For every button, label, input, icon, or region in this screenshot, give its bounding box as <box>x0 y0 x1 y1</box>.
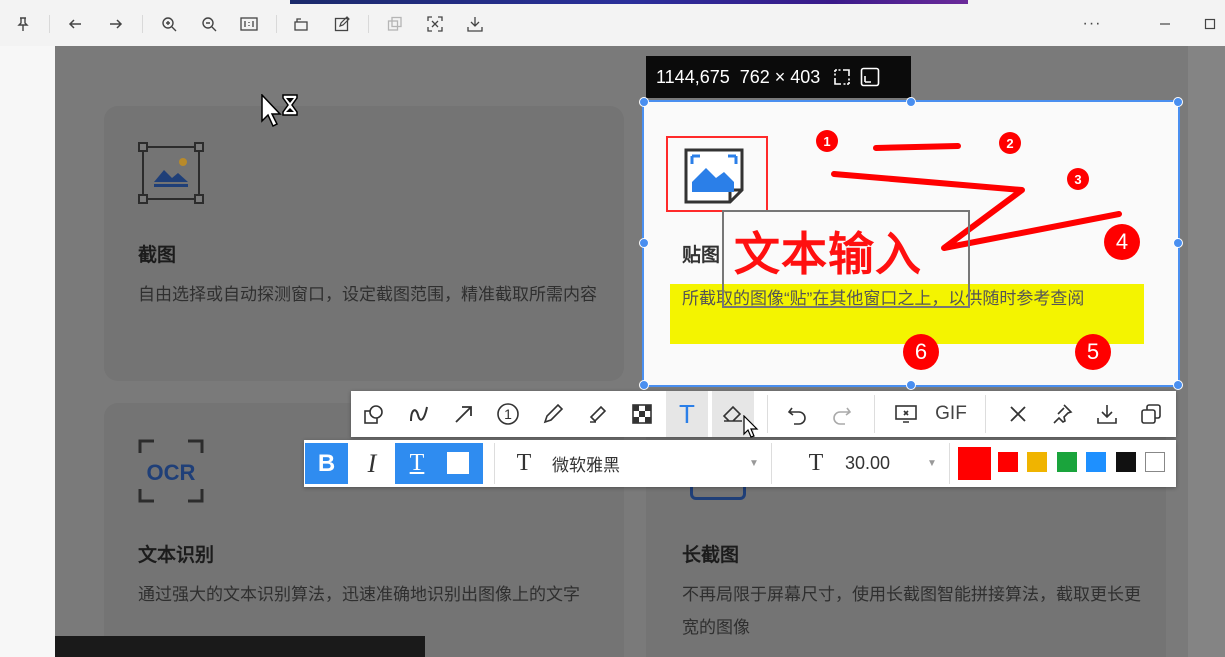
edit-icon[interactable] <box>329 11 355 37</box>
screenshot-icon <box>138 142 204 204</box>
number-marker-1[interactable]: 1 <box>816 130 838 152</box>
pencil-icon[interactable] <box>535 397 571 431</box>
color-swatch[interactable] <box>1086 452 1106 472</box>
undo-icon[interactable] <box>779 397 815 431</box>
resize-handle[interactable] <box>906 97 916 107</box>
chevron-down-icon[interactable]: ▼ <box>744 443 764 484</box>
pin-icon[interactable] <box>10 11 36 37</box>
resize-handle[interactable] <box>639 238 649 248</box>
download-icon[interactable] <box>462 11 488 37</box>
resize-handle[interactable] <box>639 380 649 390</box>
ocr-icon-text: OCR <box>147 460 196 485</box>
card-desc: 通过强大的文本识别算法，迅速准确地识别出图像上的文字 <box>138 585 580 604</box>
font-family-icon: T <box>516 450 532 476</box>
top-accent-strip <box>290 0 968 4</box>
background-fill-icon[interactable] <box>447 452 469 474</box>
card-desc: 自由选择或自动探测窗口，设定截图范围，精准截取所需内容 <box>138 285 597 304</box>
annotation-toolbar: 1 T GIF <box>351 391 1176 438</box>
resize-handle[interactable] <box>1173 380 1183 390</box>
color-swatch[interactable] <box>1057 452 1077 472</box>
fullscreen-icon[interactable] <box>860 67 880 87</box>
rotate-icon[interactable] <box>288 11 314 37</box>
forward-arrow-icon[interactable] <box>103 11 129 37</box>
highlighter-icon[interactable] <box>580 397 616 431</box>
color-swatch[interactable] <box>998 452 1018 472</box>
italic-toggle[interactable]: I <box>352 443 392 484</box>
number-marker-icon[interactable]: 1 <box>490 397 526 431</box>
maximize-icon[interactable] <box>1197 11 1223 37</box>
chevron-down-icon[interactable]: ▼ <box>922 443 942 484</box>
ocr-scan-icon[interactable] <box>422 11 448 37</box>
color-swatch[interactable] <box>1116 452 1136 472</box>
card-desc: 不再局限于屏幕尺寸，使用长截图智能拼接算法，截取更长更宽的图像 <box>682 585 1141 637</box>
resize-handle[interactable] <box>639 97 649 107</box>
text-annotation[interactable]: 文本输入 <box>734 218 922 284</box>
text-fill-toggle: T <box>395 443 483 484</box>
resize-handle[interactable] <box>906 380 916 390</box>
number-marker-3[interactable]: 3 <box>1067 168 1089 190</box>
pin-to-screen-icon[interactable] <box>1044 397 1080 431</box>
number-marker-icon-text: 1 <box>504 406 512 422</box>
copy-icon[interactable] <box>1133 397 1169 431</box>
size-readout-text: 1144,675 762 × 403 <box>656 66 821 87</box>
taskbar-fragment <box>55 636 425 657</box>
minimize-icon[interactable] <box>1152 11 1178 37</box>
font-size-input[interactable]: 30.00 <box>845 443 890 484</box>
save-icon[interactable] <box>1089 397 1125 431</box>
mouse-cursor-icon <box>743 415 759 438</box>
number-marker-4[interactable]: 4 <box>1104 224 1140 260</box>
number-marker-5[interactable]: 5 <box>1075 334 1111 370</box>
text-properties-toolbar: B I T T 微软雅黑 ▼ T 30.00 ▼ <box>304 440 1176 487</box>
card-title: 长截图 <box>682 545 740 566</box>
color-swatch[interactable] <box>1145 452 1165 472</box>
actual-size-icon[interactable] <box>236 11 262 37</box>
outline-text-icon[interactable]: T <box>395 450 439 477</box>
redo-icon[interactable] <box>824 397 860 431</box>
resize-handle[interactable] <box>1173 238 1183 248</box>
feature-card-screenshot: 截图 自由选择或自动探测窗口，设定截图范围，精准截取所需内容 <box>104 106 624 381</box>
mosaic-icon[interactable] <box>624 397 660 431</box>
copy-icon <box>382 11 408 37</box>
selection-size-readout: 1144,675 762 × 403 <box>646 56 911 98</box>
bold-toggle[interactable]: B <box>305 443 348 484</box>
zoom-in-icon[interactable] <box>156 11 182 37</box>
number-marker-6[interactable]: 6 <box>903 334 939 370</box>
arrow-icon[interactable] <box>446 397 482 431</box>
right-edge-card <box>1188 46 1225 657</box>
curve-icon[interactable] <box>401 397 437 431</box>
card-title: 截图 <box>138 245 177 266</box>
ocr-icon: OCR <box>138 439 204 503</box>
color-swatch[interactable] <box>1027 452 1047 472</box>
zoom-out-icon[interactable] <box>196 11 222 37</box>
shape-icon[interactable] <box>356 397 392 431</box>
more-icon[interactable]: ··· <box>1079 11 1105 37</box>
selection-region[interactable]: 贴图 所截取的图像“贴”在其他窗口之上，以供随时参考查阅 文本输入 1 2 3 … <box>639 97 1183 390</box>
close-icon[interactable] <box>1000 397 1036 431</box>
resize-handle[interactable] <box>1173 97 1183 107</box>
busy-cursor-icon <box>261 93 301 133</box>
font-family-select[interactable]: 微软雅黑 <box>552 443 620 484</box>
font-size-icon: T <box>808 450 824 476</box>
number-marker-2[interactable]: 2 <box>999 132 1021 154</box>
card-title: 文本识别 <box>138 545 215 566</box>
viewer-toolbar: ··· <box>0 0 1225 46</box>
text-tool-icon[interactable]: T <box>666 391 708 437</box>
current-color-swatch[interactable] <box>958 447 991 480</box>
gif-icon[interactable]: GIF <box>933 397 969 431</box>
ratio-icon[interactable] <box>832 67 852 87</box>
scroll-capture-icon[interactable] <box>888 397 924 431</box>
back-arrow-icon[interactable] <box>62 11 88 37</box>
